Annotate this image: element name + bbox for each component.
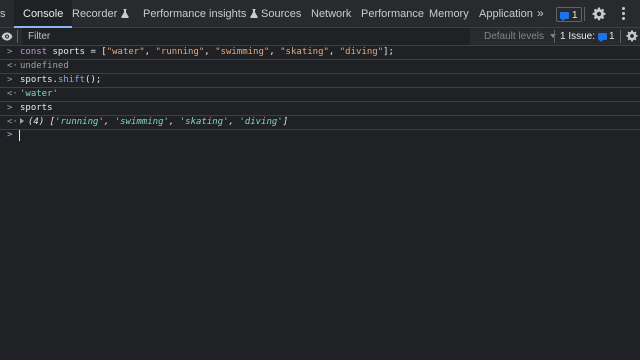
input-chevron-icon: > [7, 75, 13, 85]
tab-performance-insights[interactable]: Performance insights [143, 0, 259, 28]
console-toolbar: Default levels 1 Issue: 1 [0, 28, 640, 46]
code-token: (4) [ [28, 117, 56, 127]
tab-memory[interactable]: Memory [429, 0, 469, 28]
console-input-row[interactable]: > const sports = ["water", "running", "sw… [0, 46, 640, 60]
code-token: 'skating' [179, 117, 229, 127]
eye-icon[interactable] [1, 31, 13, 42]
more-tabs-button[interactable]: » [537, 0, 544, 28]
output-arrow-icon: <· [7, 61, 18, 71]
console-message-text: 'water' [20, 88, 58, 101]
tab-performance[interactable]: Performance [361, 0, 424, 28]
code-token: , [204, 47, 216, 57]
toolbar-divider [554, 30, 555, 43]
code-token: "swimming" [215, 47, 270, 57]
input-chevron-icon: > [7, 103, 13, 113]
code-token: (); [85, 75, 102, 85]
issues-label: 1 Issue: [560, 31, 596, 42]
console-input-row[interactable]: > sports.shift(); [0, 74, 640, 88]
code-token: "running" [155, 47, 205, 57]
code-token: , [328, 47, 340, 57]
toolbar-divider [620, 30, 621, 43]
code-token: "skating" [280, 47, 329, 57]
console-output-row[interactable]: <·'water' [0, 88, 640, 102]
log-levels-label: Default levels [484, 31, 545, 42]
code-token: , [168, 117, 180, 127]
code-token: sports [20, 103, 53, 113]
messages-count: 1 [572, 10, 578, 21]
console-messages: > const sports = ["water", "running", "sw… [0, 46, 640, 360]
console-message-text: sports [20, 102, 53, 115]
tab-partial[interactable]: s [0, 0, 6, 28]
issues-count: 1 [609, 31, 615, 42]
code-token: const [20, 47, 48, 57]
code-token: , [103, 117, 115, 127]
code-token: 'running' [55, 117, 104, 127]
code-token: ] [282, 117, 289, 127]
console-prompt[interactable]: > [0, 129, 640, 143]
code-token: "water" [106, 47, 145, 57]
output-arrow-icon: <· [7, 117, 18, 127]
console-message-text: (4) ['running', 'swimming', 'skating', '… [20, 116, 288, 129]
prompt-chevron-icon: > [7, 130, 13, 140]
gear-icon[interactable] [592, 7, 606, 21]
code-token: , [269, 47, 281, 57]
code-token: sports. [20, 75, 58, 85]
devtools-window: s Console Recorder Performance insights … [0, 0, 640, 360]
code-token: "diving" [339, 47, 384, 57]
code-token: , [228, 117, 240, 127]
code-token: , [144, 47, 156, 57]
flask-icon [121, 9, 129, 18]
toolbar-divider [17, 30, 18, 43]
input-chevron-icon: > [7, 47, 13, 57]
tab-recorder[interactable]: Recorder [72, 0, 129, 28]
code-token: 'swimming' [114, 117, 169, 127]
text-cursor [19, 130, 20, 141]
console-output-row[interactable]: <· undefined [0, 60, 640, 74]
code-token: 'diving' [239, 117, 283, 127]
tab-sources[interactable]: Sources [261, 0, 301, 28]
tab-console[interactable]: Console [14, 0, 73, 28]
code-token: sports = [ [47, 47, 107, 57]
code-token: 'water' [20, 89, 58, 99]
log-levels-dropdown[interactable]: Default levels [484, 28, 556, 45]
console-message-text: const sports = ["water", "running", "swi… [20, 46, 394, 59]
code-token: shift [57, 75, 86, 85]
tabbar-divider [584, 7, 585, 21]
output-arrow-icon: <· [7, 89, 18, 99]
console-message-text: undefined [20, 60, 69, 73]
flask-icon [250, 9, 259, 18]
console-input-row[interactable]: > sports [0, 102, 640, 116]
issue-icon [598, 33, 608, 42]
more-options-icon[interactable] [620, 7, 626, 21]
code-token: undefined [20, 61, 69, 71]
tab-performance-insights-label: Performance insights [143, 8, 247, 20]
messages-badge[interactable]: 1 [556, 7, 582, 22]
tab-recorder-label: Recorder [72, 8, 118, 20]
devtools-tab-bar: s Console Recorder Performance insights … [0, 0, 640, 28]
issues-button[interactable]: 1 Issue: 1 [560, 28, 615, 45]
message-icon [560, 12, 569, 21]
tab-application[interactable]: Application [479, 0, 533, 28]
console-output-row[interactable]: <· (4) ['running', 'swimming', 'skating',… [0, 116, 640, 130]
tab-network[interactable]: Network [311, 0, 351, 28]
code-token: ]; [383, 47, 394, 57]
filter-input[interactable] [22, 28, 470, 45]
console-settings-icon[interactable] [626, 30, 638, 42]
expand-triangle-icon[interactable] [20, 118, 24, 124]
console-message-text: sports.shift(); [20, 74, 101, 87]
